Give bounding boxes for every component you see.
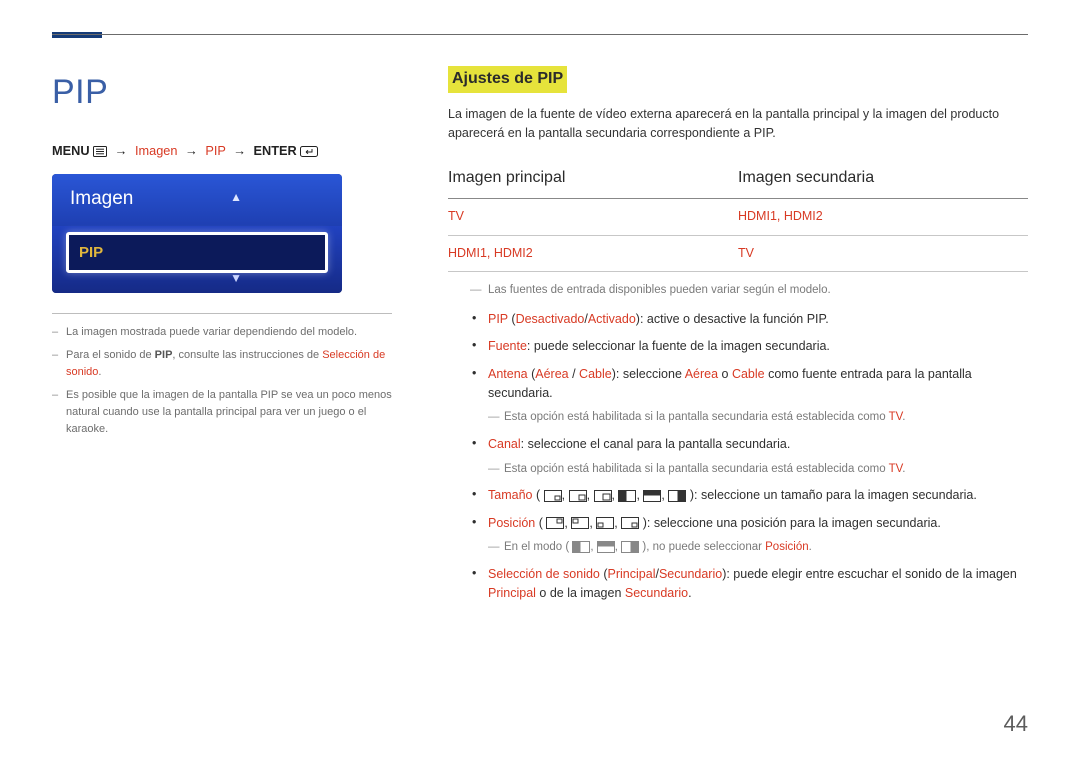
chevron-down-icon[interactable]: ▼: [230, 269, 242, 288]
size-option-icon: [569, 490, 587, 502]
table-header-main: Imagen principal: [448, 162, 738, 199]
position-option-icon: [571, 517, 589, 529]
table-cell: HDMI1, HDMI2: [738, 199, 1028, 235]
page-number: 44: [1004, 707, 1028, 741]
setting-posicion: Posición ( , , , ): seleccione una posic…: [448, 510, 1028, 537]
osd-title: Imagen: [70, 188, 133, 209]
left-note-1: La imagen mostrada puede variar dependie…: [52, 324, 392, 341]
osd-row: PIP ▼: [52, 226, 342, 293]
breadcrumb-arrow: →: [115, 143, 128, 158]
breadcrumb-enter-label: ENTER: [253, 143, 296, 158]
table-cell: TV: [448, 199, 738, 235]
enter-icon: [300, 146, 318, 157]
osd-selected-item[interactable]: PIP: [66, 232, 328, 273]
size-option-icon: [668, 490, 686, 502]
antena-tv-note: Esta opción está habilitada si la pantal…: [448, 409, 1028, 427]
position-option-icon: [621, 517, 639, 529]
size-option-icon: [572, 541, 590, 553]
table-cell: TV: [738, 235, 1028, 271]
page-title: PIP: [52, 66, 392, 119]
setting-seleccion-sonido: Selección de sonido (Principal/Secundari…: [448, 561, 1028, 608]
top-divider: [52, 34, 1028, 35]
left-note-2: Para el sonido de PIP, consulte las inst…: [52, 347, 392, 381]
left-notes: La imagen mostrada puede variar dependie…: [52, 324, 392, 438]
size-option-icon: [643, 490, 661, 502]
table-row: TV HDMI1, HDMI2: [448, 199, 1028, 235]
table-cell: HDMI1, HDMI2: [448, 235, 738, 271]
setting-canal: Canal: seleccione el canal para la panta…: [448, 431, 1028, 458]
left-note-3: Es posible que la imagen de la pantalla …: [52, 387, 392, 438]
osd-header: Imagen ▲: [52, 174, 342, 225]
breadcrumb-imagen: Imagen: [135, 143, 178, 158]
osd-panel: Imagen ▲ PIP ▼: [52, 174, 342, 293]
canal-tv-note: Esta opción está habilitada si la pantal…: [448, 461, 1028, 479]
breadcrumb-arrow: →: [185, 143, 198, 158]
table-row: HDMI1, HDMI2 TV: [448, 235, 1028, 271]
position-option-icon: [596, 517, 614, 529]
settings-list: Tamaño ( , , , , , ): seleccione un tama…: [448, 482, 1028, 537]
size-option-icon: [597, 541, 615, 553]
setting-antena: Antena (Aérea / Cable): seleccione Aérea…: [448, 361, 1028, 408]
settings-list: Canal: seleccione el canal para la panta…: [448, 431, 1028, 458]
posicion-mode-note: En el modo ( , , ), no puede seleccionar…: [448, 539, 1028, 557]
chevron-up-icon[interactable]: ▲: [230, 188, 242, 207]
sources-vary-note: Las fuentes de entrada disponibles puede…: [448, 282, 1028, 300]
size-option-icon: [544, 490, 562, 502]
settings-list: Selección de sonido (Principal/Secundari…: [448, 561, 1028, 608]
table-header-secondary: Imagen secundaria: [738, 162, 1028, 199]
setting-fuente: Fuente: puede seleccionar la fuente de l…: [448, 333, 1028, 360]
size-option-icon: [594, 490, 612, 502]
breadcrumb-pip: PIP: [205, 143, 225, 158]
size-option-icon: [618, 490, 636, 502]
left-divider: [52, 313, 392, 314]
setting-tamano: Tamaño ( , , , , , ): seleccione un tama…: [448, 482, 1028, 509]
breadcrumb-arrow: →: [233, 143, 246, 158]
position-option-icon: [546, 517, 564, 529]
section-intro: La imagen de la fuente de vídeo externa …: [448, 105, 1028, 144]
section-heading: Ajustes de PIP: [448, 66, 567, 93]
settings-list: PIP (Desactivado/Activado): active o des…: [448, 306, 1028, 408]
breadcrumb-menu-label: MENU: [52, 143, 90, 158]
page-top-rule: [52, 34, 1028, 36]
menu-icon: [93, 146, 107, 157]
breadcrumb: MENU → Imagen → PIP → ENTER: [52, 141, 392, 161]
size-option-icon: [621, 541, 639, 553]
setting-pip: PIP (Desactivado/Activado): active o des…: [448, 306, 1028, 333]
accent-bar: [52, 32, 102, 38]
source-table: Imagen principal Imagen secundaria TV HD…: [448, 162, 1028, 273]
